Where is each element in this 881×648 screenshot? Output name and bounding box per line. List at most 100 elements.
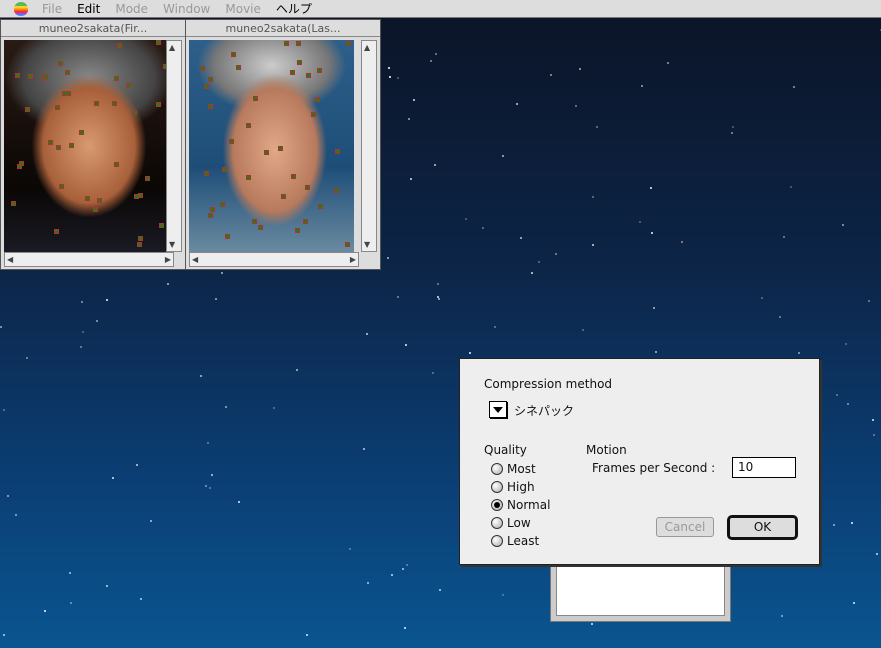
quality-radio-high[interactable]: High — [491, 480, 535, 494]
control-point-marker[interactable] — [316, 67, 322, 73]
control-point-marker[interactable] — [113, 161, 119, 167]
control-point-marker[interactable] — [252, 95, 258, 101]
control-point-marker[interactable] — [24, 106, 30, 112]
control-point-marker[interactable] — [79, 130, 85, 136]
control-point-marker[interactable] — [345, 41, 351, 47]
horizontal-scrollbar[interactable]: ◀ ▶ — [189, 252, 359, 267]
vertical-scrollbar[interactable]: ▲ ▼ — [166, 40, 182, 252]
control-point-marker[interactable] — [210, 207, 216, 213]
control-point-marker[interactable] — [297, 59, 303, 65]
control-point-marker[interactable] — [246, 122, 252, 128]
control-point-marker[interactable] — [68, 142, 74, 148]
control-point-marker[interactable] — [334, 148, 340, 154]
control-point-marker[interactable] — [131, 109, 137, 115]
control-point-marker[interactable] — [221, 167, 227, 173]
control-point-marker[interactable] — [64, 70, 70, 76]
control-point-marker[interactable] — [125, 82, 131, 88]
control-point-marker[interactable] — [93, 207, 99, 213]
control-point-marker[interactable] — [225, 233, 231, 239]
control-point-marker[interactable] — [306, 72, 312, 78]
control-point-marker[interactable] — [303, 218, 309, 224]
control-point-marker[interactable] — [220, 201, 226, 207]
control-point-marker[interactable] — [113, 76, 119, 82]
control-point-marker[interactable] — [235, 65, 241, 71]
cancel-button[interactable]: Cancel — [656, 517, 714, 537]
control-point-marker[interactable] — [314, 97, 320, 103]
control-point-marker[interactable] — [277, 145, 283, 151]
control-point-marker[interactable] — [257, 224, 263, 230]
control-point-marker[interactable] — [16, 163, 22, 169]
control-point-marker[interactable] — [204, 83, 210, 89]
control-point-marker[interactable] — [145, 176, 151, 182]
control-point-marker[interactable] — [295, 228, 301, 234]
control-point-marker[interactable] — [228, 139, 234, 144]
control-point-marker[interactable] — [136, 241, 142, 247]
control-point-marker[interactable] — [334, 187, 339, 193]
control-point-marker[interactable] — [264, 149, 270, 155]
control-point-marker[interactable] — [155, 102, 161, 108]
window-title[interactable]: muneo2sakata(Fir... — [1, 20, 185, 37]
control-point-marker[interactable] — [66, 91, 72, 97]
control-point-marker[interactable] — [48, 140, 54, 146]
control-point-marker[interactable] — [252, 219, 258, 225]
control-point-marker[interactable] — [281, 194, 287, 200]
control-point-marker[interactable] — [290, 70, 296, 75]
control-point-marker[interactable] — [10, 201, 16, 207]
menu-window[interactable]: Window — [163, 2, 210, 16]
control-point-marker[interactable] — [208, 103, 214, 109]
menu-help[interactable]: ヘルプ — [276, 0, 312, 17]
control-point-marker[interactable] — [245, 174, 251, 180]
control-point-marker[interactable] — [311, 111, 317, 117]
control-point-marker[interactable] — [54, 104, 60, 110]
horizontal-scrollbar[interactable]: ◀ ▶ — [4, 252, 174, 267]
control-point-marker[interactable] — [27, 74, 33, 80]
control-point-marker[interactable] — [137, 193, 143, 199]
quality-radio-normal[interactable]: Normal — [491, 498, 550, 512]
control-point-marker[interactable] — [138, 235, 144, 241]
quality-radio-least[interactable]: Least — [491, 534, 539, 548]
control-point-marker[interactable] — [208, 213, 214, 219]
control-point-marker[interactable] — [318, 204, 324, 210]
menu-mode[interactable]: Mode — [115, 2, 148, 16]
control-point-marker[interactable] — [290, 174, 296, 180]
face-image-last[interactable] — [189, 40, 354, 252]
control-point-marker[interactable] — [42, 74, 48, 80]
star — [592, 244, 595, 247]
background-window[interactable] — [550, 556, 731, 622]
control-point-marker[interactable] — [296, 40, 302, 46]
control-point-marker[interactable] — [53, 229, 59, 235]
control-point-marker[interactable] — [158, 223, 164, 229]
control-point-marker[interactable] — [345, 241, 351, 247]
quality-radio-low[interactable]: Low — [491, 516, 531, 530]
control-point-marker[interactable] — [111, 100, 117, 106]
control-point-marker[interactable] — [116, 42, 122, 48]
fps-input[interactable]: 10 — [732, 457, 796, 478]
control-point-marker[interactable] — [199, 65, 205, 71]
control-point-marker[interactable] — [207, 76, 213, 82]
compression-popup-arrow-icon[interactable] — [489, 401, 507, 418]
control-point-marker[interactable] — [59, 184, 65, 190]
window-title[interactable]: muneo2sakata(Las... — [186, 20, 380, 37]
face-image-first[interactable] — [4, 40, 174, 252]
control-point-marker[interactable] — [305, 184, 311, 190]
menu-file[interactable]: File — [42, 2, 62, 16]
vertical-scrollbar[interactable]: ▲ ▼ — [361, 40, 377, 252]
apple-menu-icon[interactable] — [14, 1, 28, 16]
compression-method-value[interactable]: シネパック — [514, 402, 574, 419]
control-point-marker[interactable] — [231, 51, 237, 57]
control-point-marker[interactable] — [84, 195, 90, 201]
star — [853, 602, 856, 605]
menu-edit[interactable]: Edit — [77, 2, 100, 16]
control-point-marker[interactable] — [204, 170, 210, 176]
control-point-marker[interactable] — [58, 61, 64, 67]
menu-movie[interactable]: Movie — [225, 2, 261, 16]
quality-radio-most[interactable]: Most — [491, 462, 536, 476]
control-point-marker[interactable] — [15, 73, 21, 79]
control-point-marker[interactable] — [97, 198, 103, 204]
control-point-marker[interactable] — [155, 40, 161, 46]
control-point-marker[interactable] — [56, 144, 62, 150]
control-point-marker[interactable] — [283, 40, 289, 46]
control-point-marker[interactable] — [93, 100, 99, 106]
control-point-marker[interactable] — [61, 91, 67, 97]
ok-button[interactable]: OK — [727, 515, 798, 540]
